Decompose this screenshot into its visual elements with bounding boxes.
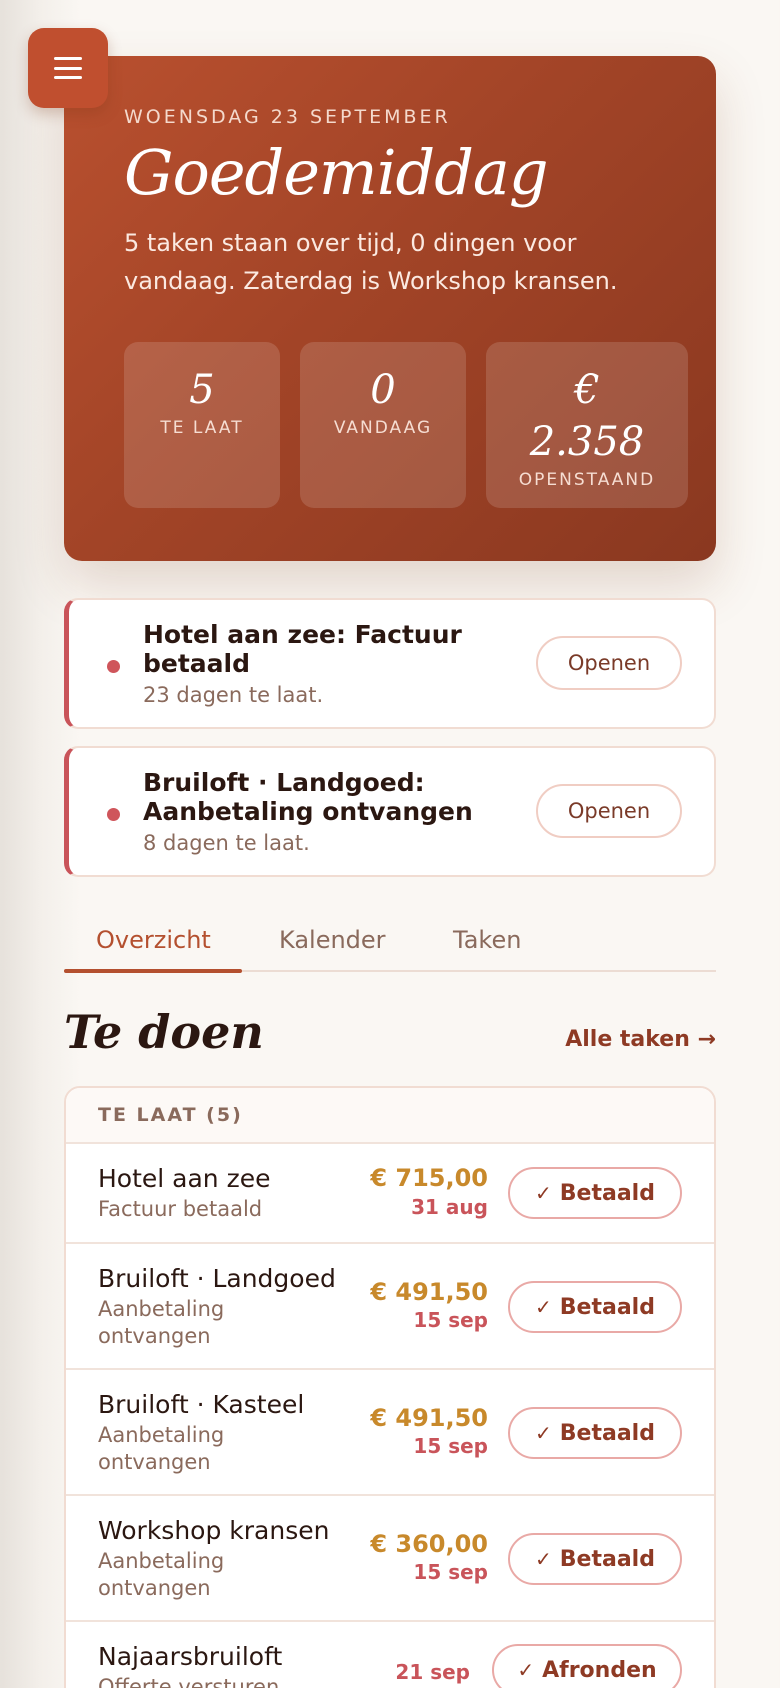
section-title: Te doen bbox=[64, 1005, 264, 1059]
hero-date: WOENSDAG 23 SEPTEMBER bbox=[124, 106, 451, 128]
active-tab-indicator bbox=[64, 969, 242, 973]
tab-bar: Overzicht Kalender Taken bbox=[64, 912, 716, 973]
task-row: Bruiloft · Kasteel Aanbetaling ontvangen… bbox=[66, 1370, 714, 1496]
action-label: Betaald bbox=[559, 1180, 655, 1206]
task-name: Hotel aan zee bbox=[98, 1164, 271, 1193]
overdue-alert-card: Hotel aan zee: Factuur betaald 23 dagen … bbox=[64, 598, 716, 729]
stat-outstanding[interactable]: € 2.358 OPENSTAAND bbox=[486, 342, 688, 508]
tab-overzicht[interactable]: Overzicht bbox=[96, 926, 211, 954]
open-button[interactable]: Openen bbox=[536, 636, 682, 690]
stat-today-value: 0 bbox=[370, 367, 396, 413]
stat-today[interactable]: 0 VANDAAG bbox=[300, 342, 466, 508]
mark-paid-button[interactable]: ✓ Betaald bbox=[508, 1281, 682, 1333]
hero-card: WOENSDAG 23 SEPTEMBER Goedemiddag 5 take… bbox=[64, 56, 716, 561]
alert-subtitle: 23 dagen te laat. bbox=[143, 683, 324, 707]
stat-outstanding-label: OPENSTAAND bbox=[518, 470, 656, 490]
open-button[interactable]: Openen bbox=[536, 784, 682, 838]
task-description: Aanbetaling ontvangen bbox=[98, 1297, 225, 1348]
task-description: Offerte versturen bbox=[98, 1675, 280, 1688]
task-row: Hotel aan zee Factuur betaald € 715,00 3… bbox=[66, 1144, 714, 1244]
task-amount: € 715,00 bbox=[370, 1164, 488, 1192]
menu-button[interactable] bbox=[28, 28, 108, 108]
check-icon: ✓ bbox=[535, 1181, 552, 1205]
stat-outstanding-currency: € bbox=[574, 367, 600, 413]
complete-button[interactable]: ✓ Afronden bbox=[492, 1644, 682, 1688]
task-description: Aanbetaling ontvangen bbox=[98, 1549, 225, 1600]
task-due-date: 15 sep bbox=[413, 1560, 488, 1584]
group-header: TE LAAT (5) bbox=[66, 1088, 714, 1144]
task-due-date: 31 aug bbox=[411, 1195, 488, 1219]
task-due-date: 15 sep bbox=[413, 1434, 488, 1458]
task-amount: € 491,50 bbox=[370, 1278, 488, 1306]
alert-subtitle: 8 dagen te laat. bbox=[143, 831, 310, 855]
stat-today-label: VANDAAG bbox=[333, 418, 433, 438]
task-list: TE LAAT (5) Hotel aan zee Factuur betaal… bbox=[64, 1086, 716, 1688]
stat-overdue-label: TE LAAT bbox=[160, 418, 244, 438]
stat-overdue-value: 5 bbox=[189, 367, 215, 413]
task-name: Bruiloft · Kasteel bbox=[98, 1390, 305, 1419]
action-label: Betaald bbox=[559, 1546, 655, 1572]
task-description: Aanbetaling ontvangen bbox=[98, 1423, 225, 1474]
task-row: Bruiloft · Landgoed Aanbetaling ontvange… bbox=[66, 1244, 714, 1370]
alert-title: Hotel aan zee: Factuur betaald bbox=[143, 620, 462, 678]
task-name: Workshop kransen bbox=[98, 1516, 330, 1545]
action-label: Afronden bbox=[542, 1657, 657, 1683]
task-amount: € 360,00 bbox=[370, 1530, 488, 1558]
overdue-dot-icon bbox=[107, 660, 120, 673]
all-tasks-link[interactable]: Alle taken → bbox=[565, 1027, 716, 1052]
task-name: Najaarsbruiloft bbox=[98, 1642, 283, 1671]
action-label: Betaald bbox=[559, 1294, 655, 1320]
hero-summary: 5 taken staan over tijd, 0 dingen voor v… bbox=[124, 229, 618, 295]
mark-paid-button[interactable]: ✓ Betaald bbox=[508, 1407, 682, 1459]
task-due-date: 15 sep bbox=[413, 1308, 488, 1332]
check-icon: ✓ bbox=[517, 1658, 535, 1682]
mark-paid-button[interactable]: ✓ Betaald bbox=[508, 1533, 682, 1585]
task-due-date: 21 sep bbox=[395, 1660, 470, 1684]
hero-greeting: Goedemiddag bbox=[124, 136, 549, 209]
overdue-dot-icon bbox=[107, 808, 120, 821]
tab-kalender[interactable]: Kalender bbox=[279, 926, 386, 954]
check-icon: ✓ bbox=[535, 1547, 552, 1571]
alert-title: Bruiloft · Landgoed: Aanbetaling ontvang… bbox=[143, 768, 473, 826]
overdue-alert-card: Bruiloft · Landgoed: Aanbetaling ontvang… bbox=[64, 746, 716, 877]
task-row: Najaarsbruiloft Offerte versturen 21 sep… bbox=[66, 1622, 714, 1688]
task-amount: € 491,50 bbox=[370, 1404, 488, 1432]
hamburger-menu-icon bbox=[54, 57, 82, 79]
stat-outstanding-value: 2.358 bbox=[529, 419, 645, 465]
mark-paid-button[interactable]: ✓ Betaald bbox=[508, 1167, 682, 1219]
task-name: Bruiloft · Landgoed bbox=[98, 1264, 336, 1293]
task-description: Factuur betaald bbox=[98, 1197, 263, 1221]
tab-taken[interactable]: Taken bbox=[453, 926, 521, 954]
check-icon: ✓ bbox=[535, 1421, 552, 1445]
action-label: Betaald bbox=[559, 1420, 655, 1446]
check-icon: ✓ bbox=[535, 1295, 552, 1319]
task-row: Workshop kransen Aanbetaling ontvangen €… bbox=[66, 1496, 714, 1622]
stat-overdue[interactable]: 5 TE LAAT bbox=[124, 342, 280, 508]
